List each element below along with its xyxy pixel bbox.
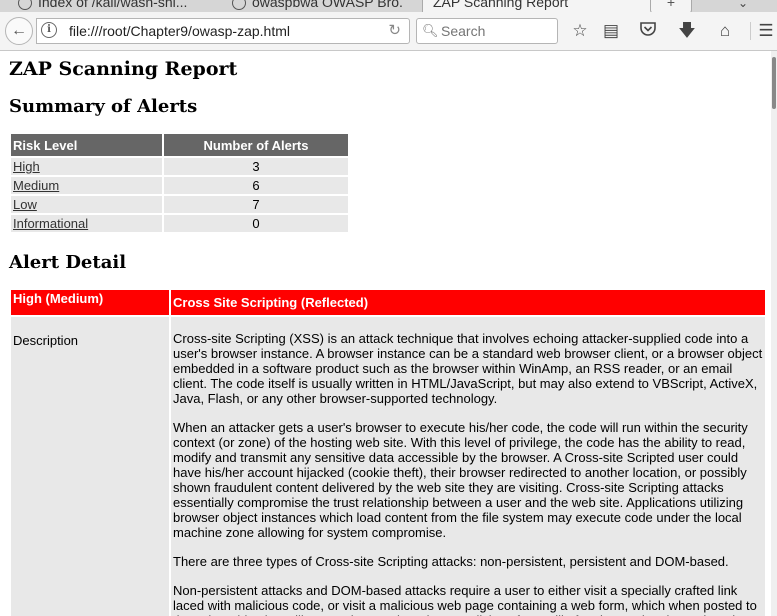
url-text[interactable]: file:///root/Chapter9/owasp-zap.html	[69, 23, 290, 39]
description-paragraph: Non-persistent attacks and DOM-based att…	[173, 583, 757, 616]
search-icon: 🔍︎	[422, 23, 439, 38]
table-row: High 3	[11, 158, 348, 175]
alert-header-row: High (Medium) Cross Site Scripting (Refl…	[11, 290, 765, 315]
table-row: Informational 0	[11, 215, 348, 232]
alert-count-header: Number of Alerts	[164, 134, 348, 156]
tab-kali-index[interactable]: Index of /kali/wasn-shi...	[18, 0, 198, 12]
chevron-down-icon: ⌄	[738, 0, 749, 10]
hamburger-menu-icon[interactable]: ☰	[755, 20, 777, 42]
table-row: Low 7	[11, 196, 348, 213]
description-paragraph: Cross-site Scripting (XSS) is an attack …	[173, 331, 763, 406]
pocket-shape	[640, 22, 656, 36]
pocket-icon[interactable]	[637, 20, 659, 42]
url-bar[interactable]: i file:///root/Chapter9/owasp-zap.html ↻	[36, 18, 410, 44]
alert-count-cell: 6	[164, 177, 348, 194]
tab-owaspbwa[interactable]: owaspbwa OWASP Bro...	[232, 0, 402, 12]
description-row: Description Cross-site Scripting (XSS) i…	[11, 317, 765, 616]
tab-title: Index of /kali/wasn-shi...	[38, 0, 188, 10]
reload-icon[interactable]: ↻	[388, 21, 401, 39]
tab-title: owaspbwa OWASP Bro...	[252, 0, 402, 10]
summary-table: Risk Level Number of Alerts High 3 Mediu…	[9, 132, 350, 234]
new-tab-button[interactable]: +	[650, 0, 692, 12]
alert-name: Cross Site Scripting (Reflected)	[171, 290, 765, 315]
scrollbar-thumb[interactable]	[772, 57, 776, 109]
summary-header-row: Risk Level Number of Alerts	[11, 134, 348, 156]
plus-icon: +	[666, 0, 676, 10]
alert-count-cell: 7	[164, 196, 348, 213]
alert-count-cell: 3	[164, 158, 348, 175]
tab-strip: Index of /kali/wasn-shi... owaspbwa OWAS…	[0, 0, 777, 12]
description-text: Cross-site Scripting (XSS) is an attack …	[171, 317, 765, 616]
description-label: Description	[11, 317, 169, 616]
alert-detail-heading: Alert Detail	[9, 252, 127, 273]
back-button[interactable]: ←	[5, 17, 33, 45]
home-icon[interactable]: ⌂	[714, 20, 736, 42]
risk-level-cell: High	[11, 158, 162, 175]
risk-level-cell: Low	[11, 196, 162, 213]
globe-icon	[232, 0, 246, 11]
search-input[interactable]	[439, 21, 555, 41]
tab-title: ZAP Scanning Report	[433, 0, 569, 10]
alert-count-cell: 0	[164, 215, 348, 232]
bookmark-star-icon[interactable]: ☆	[569, 20, 591, 42]
info-icon[interactable]: i	[41, 22, 57, 38]
downloads-icon[interactable]: 🡇	[676, 20, 698, 42]
alert-detail-table: High (Medium) Cross Site Scripting (Refl…	[9, 288, 767, 616]
risk-link-informational[interactable]: Informational	[13, 216, 88, 231]
vertical-scrollbar[interactable]	[771, 51, 777, 616]
page-icon	[18, 0, 32, 11]
description-paragraph: There are three types of Cross-site Scri…	[173, 554, 729, 569]
risk-link-high[interactable]: High	[13, 159, 40, 174]
risk-level-cell: Informational	[11, 215, 162, 232]
risk-level-cell: Medium	[11, 177, 162, 194]
reading-list-icon[interactable]: ▤	[600, 20, 622, 42]
navigation-toolbar: ← i file:///root/Chapter9/owasp-zap.html…	[0, 12, 777, 51]
table-row: Medium 6	[11, 177, 348, 194]
page-title: ZAP Scanning Report	[9, 58, 238, 80]
risk-link-medium[interactable]: Medium	[13, 178, 59, 193]
toolbar-separator	[750, 22, 751, 40]
tab-zap-report[interactable]: ZAP Scanning Report	[422, 0, 654, 12]
alert-risk: High (Medium)	[11, 290, 169, 315]
risk-level-header: Risk Level	[11, 134, 162, 156]
description-paragraph: When an attacker gets a user's browser t…	[173, 420, 748, 540]
search-box[interactable]: 🔍︎	[416, 18, 558, 44]
summary-heading: Summary of Alerts	[9, 96, 198, 117]
tab-list-button[interactable]: ⌄	[738, 0, 748, 10]
back-arrow-icon: ←	[11, 22, 27, 39]
risk-link-low[interactable]: Low	[13, 197, 37, 212]
report-page: ZAP Scanning Report Summary of Alerts Ri…	[0, 51, 771, 616]
